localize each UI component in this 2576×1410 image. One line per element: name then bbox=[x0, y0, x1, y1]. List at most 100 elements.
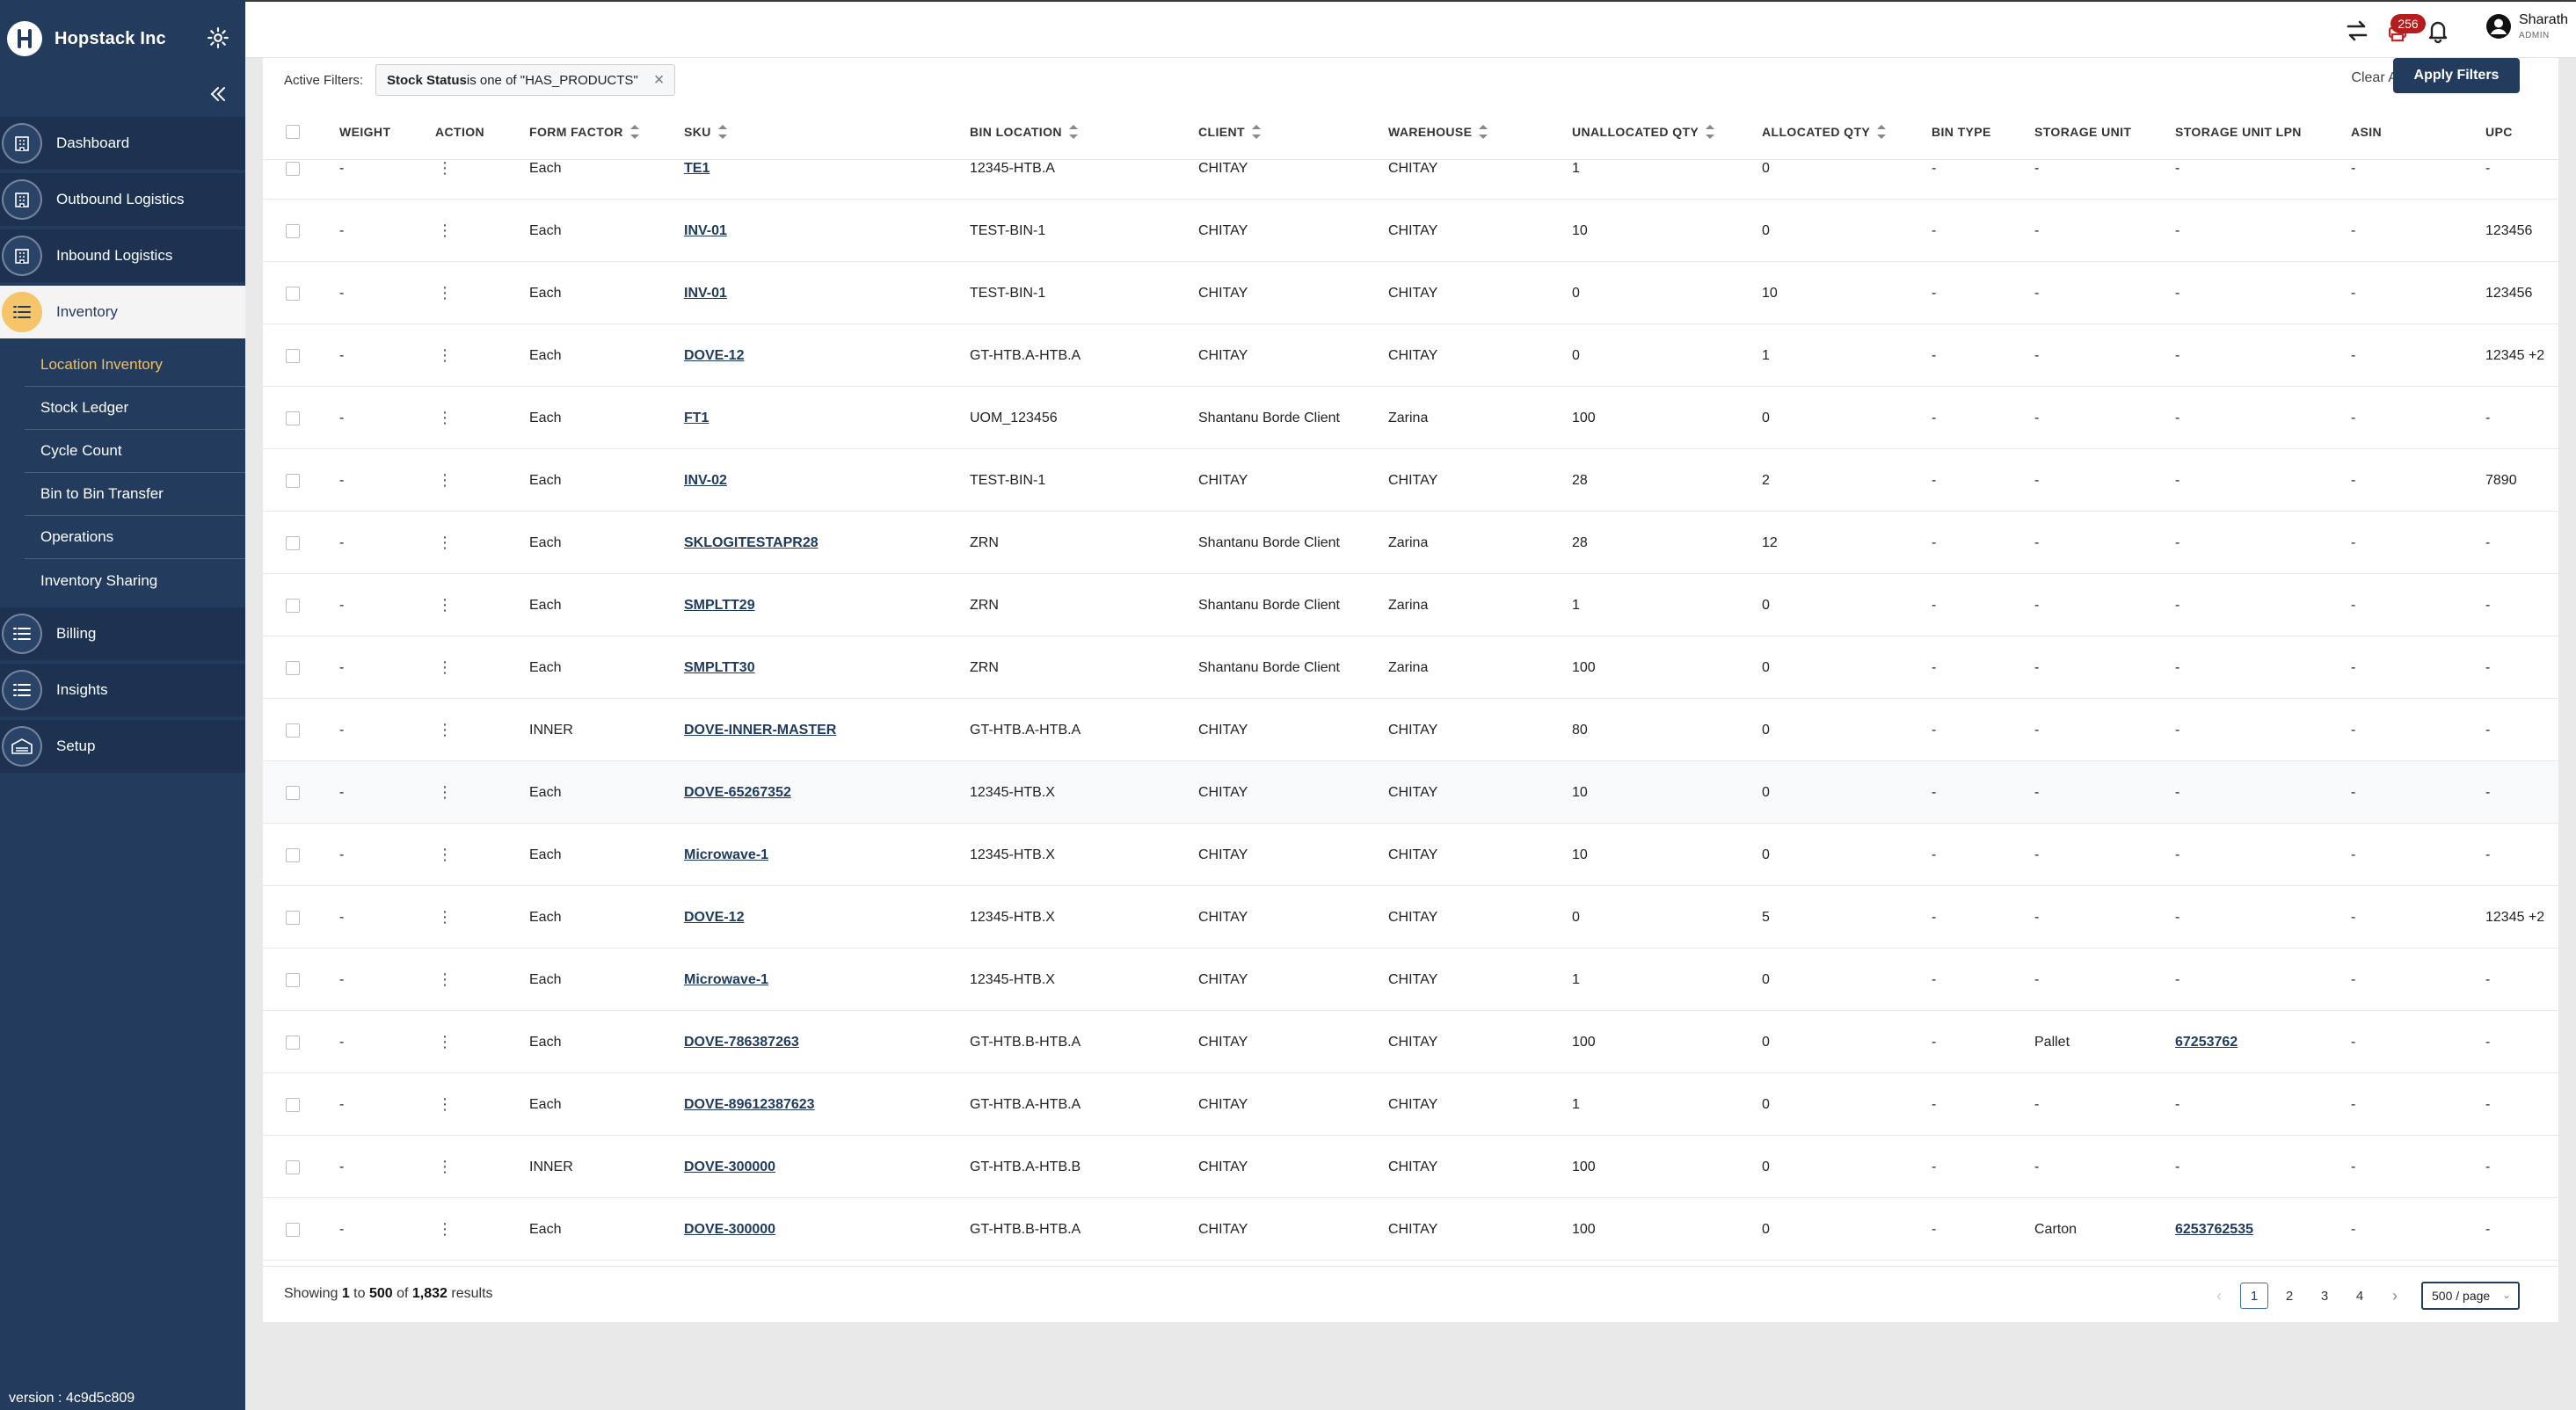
page-1-button[interactable]: 1 bbox=[2240, 1283, 2268, 1309]
col-bin-location[interactable]: BIN LOCATION bbox=[970, 104, 1078, 160]
sidebar-item-outbound-logistics[interactable]: Outbound Logistics bbox=[0, 173, 245, 226]
more-vertical-icon[interactable]: ⋮ bbox=[437, 324, 453, 387]
row-checkbox[interactable] bbox=[286, 574, 300, 636]
hopstack-logo-icon[interactable] bbox=[7, 21, 42, 56]
row-checkbox[interactable] bbox=[286, 1198, 300, 1261]
gear-icon[interactable] bbox=[207, 26, 229, 49]
sku-link[interactable]: DOVE-65267352 bbox=[684, 761, 791, 824]
more-vertical-icon[interactable]: ⋮ bbox=[437, 1073, 453, 1136]
page-2-button[interactable]: 2 bbox=[2275, 1283, 2303, 1309]
row-checkbox[interactable] bbox=[286, 1136, 300, 1198]
more-vertical-icon[interactable]: ⋮ bbox=[437, 449, 453, 512]
row-checkbox[interactable] bbox=[286, 824, 300, 886]
page-size-select[interactable]: 500 / page ⌄ bbox=[2421, 1282, 2520, 1310]
row-checkbox[interactable] bbox=[286, 324, 300, 387]
more-vertical-icon[interactable]: ⋮ bbox=[437, 200, 453, 262]
storage-unit-lpn-link[interactable]: 67253762 bbox=[2175, 1011, 2238, 1073]
row-checkbox[interactable] bbox=[286, 636, 300, 699]
filter-chip-stock-status[interactable]: Stock Status is one of "HAS_PRODUCTS" × bbox=[375, 64, 676, 96]
sort-icon[interactable] bbox=[1479, 125, 1488, 139]
sort-icon[interactable] bbox=[717, 125, 727, 139]
col-allocated-qty[interactable]: ALLOCATED QTY bbox=[1762, 104, 1887, 160]
more-vertical-icon[interactable]: ⋮ bbox=[437, 387, 453, 449]
sidebar-item-insights[interactable]: Insights bbox=[0, 664, 245, 716]
more-vertical-icon[interactable]: ⋮ bbox=[437, 262, 453, 324]
sku-link[interactable]: INV-01 bbox=[684, 262, 727, 324]
close-icon[interactable]: × bbox=[654, 71, 665, 89]
sku-link[interactable]: Microwave-1 bbox=[684, 824, 768, 886]
more-vertical-icon[interactable]: ⋮ bbox=[437, 948, 453, 1011]
more-vertical-icon[interactable]: ⋮ bbox=[437, 1011, 453, 1073]
subnav-item-inventory-sharing[interactable]: Inventory Sharing bbox=[25, 559, 245, 602]
row-checkbox[interactable] bbox=[286, 699, 300, 761]
next-page-button[interactable]: › bbox=[2381, 1283, 2409, 1309]
sku-link[interactable]: TE1 bbox=[684, 160, 709, 200]
row-checkbox[interactable] bbox=[286, 761, 300, 824]
row-checkbox[interactable] bbox=[286, 1073, 300, 1136]
row-checkbox[interactable] bbox=[286, 1011, 300, 1073]
page-4-button[interactable]: 4 bbox=[2346, 1283, 2374, 1309]
subnav-item-stock-ledger[interactable]: Stock Ledger bbox=[25, 387, 245, 430]
subnav-item-location-inventory[interactable]: Location Inventory bbox=[25, 344, 245, 387]
sku-link[interactable]: DOVE-300000 bbox=[684, 1198, 775, 1261]
col-warehouse[interactable]: WAREHOUSE bbox=[1388, 104, 1488, 160]
sidebar-item-billing[interactable]: Billing bbox=[0, 607, 245, 660]
col-form-factor[interactable]: FORM FACTOR bbox=[529, 104, 639, 160]
sku-link[interactable]: SMPLTT30 bbox=[684, 636, 755, 699]
sidebar-item-inventory[interactable]: Inventory bbox=[0, 286, 245, 338]
sku-link[interactable]: Microwave-1 bbox=[684, 948, 768, 1011]
sort-icon[interactable] bbox=[1068, 125, 1078, 139]
more-vertical-icon[interactable]: ⋮ bbox=[437, 886, 453, 948]
row-checkbox[interactable] bbox=[286, 387, 300, 449]
apply-filters-button[interactable]: Apply Filters bbox=[2393, 58, 2520, 93]
more-vertical-icon[interactable]: ⋮ bbox=[437, 824, 453, 886]
more-vertical-icon[interactable]: ⋮ bbox=[437, 574, 453, 636]
row-checkbox[interactable] bbox=[286, 512, 300, 574]
collapse-sidebar-icon[interactable] bbox=[207, 84, 228, 105]
sort-icon[interactable] bbox=[1251, 125, 1261, 139]
sidebar-item-setup[interactable]: Setup bbox=[0, 720, 245, 773]
storage-unit-lpn-link[interactable]: 6253762535 bbox=[2175, 1198, 2253, 1261]
row-checkbox[interactable] bbox=[286, 160, 300, 200]
sku-link[interactable]: SKLOGITESTAPR28 bbox=[684, 512, 819, 574]
page-3-button[interactable]: 3 bbox=[2310, 1283, 2339, 1309]
sku-link[interactable]: DOVE-INNER-MASTER bbox=[684, 699, 836, 761]
sort-icon[interactable] bbox=[1877, 125, 1887, 139]
sku-link[interactable]: INV-01 bbox=[684, 200, 727, 262]
sku-link[interactable]: DOVE-12 bbox=[684, 324, 744, 387]
sidebar-item-inbound-logistics[interactable]: Inbound Logistics bbox=[0, 229, 245, 282]
sku-link[interactable]: SMPLTT29 bbox=[684, 574, 755, 636]
row-checkbox[interactable] bbox=[286, 200, 300, 262]
sort-icon[interactable] bbox=[629, 125, 639, 139]
sku-link[interactable]: DOVE-89612387623 bbox=[684, 1073, 815, 1136]
sku-link[interactable]: INV-02 bbox=[684, 449, 727, 512]
row-checkbox[interactable] bbox=[286, 886, 300, 948]
subnav-item-operations[interactable]: Operations bbox=[25, 516, 245, 559]
row-checkbox[interactable] bbox=[286, 449, 300, 512]
sku-link[interactable]: DOVE-12 bbox=[684, 886, 744, 948]
more-vertical-icon[interactable]: ⋮ bbox=[437, 1136, 453, 1198]
sku-link[interactable]: FT1 bbox=[684, 387, 709, 449]
bell-icon[interactable] bbox=[2424, 17, 2452, 45]
col-unallocated-qty[interactable]: UNALLOCATED QTY bbox=[1572, 104, 1715, 160]
more-vertical-icon[interactable]: ⋮ bbox=[437, 699, 453, 761]
more-vertical-icon[interactable]: ⋮ bbox=[437, 1198, 453, 1261]
subnav-item-bin-to-bin-transfer[interactable]: Bin to Bin Transfer bbox=[25, 473, 245, 516]
switch-arrows-icon[interactable] bbox=[2343, 17, 2371, 45]
subnav-item-cycle-count[interactable]: Cycle Count bbox=[25, 430, 245, 473]
row-checkbox[interactable] bbox=[286, 262, 300, 324]
sku-link[interactable]: DOVE-786387263 bbox=[684, 1011, 799, 1073]
more-vertical-icon[interactable]: ⋮ bbox=[437, 761, 453, 824]
row-checkbox[interactable] bbox=[286, 948, 300, 1011]
user-menu[interactable]: Sharath ADMIN bbox=[2485, 12, 2568, 40]
select-all-checkbox[interactable] bbox=[286, 104, 300, 160]
more-vertical-icon[interactable]: ⋮ bbox=[437, 160, 453, 200]
sku-link[interactable]: DOVE-300000 bbox=[684, 1136, 775, 1198]
more-vertical-icon[interactable]: ⋮ bbox=[437, 512, 453, 574]
sidebar-item-dashboard[interactable]: Dashboard bbox=[0, 117, 245, 170]
col-client[interactable]: CLIENT bbox=[1198, 104, 1261, 160]
prev-page-button[interactable]: ‹ bbox=[2205, 1283, 2233, 1309]
sort-icon[interactable] bbox=[1706, 125, 1715, 139]
more-vertical-icon[interactable]: ⋮ bbox=[437, 636, 453, 699]
col-sku[interactable]: SKU bbox=[684, 104, 727, 160]
